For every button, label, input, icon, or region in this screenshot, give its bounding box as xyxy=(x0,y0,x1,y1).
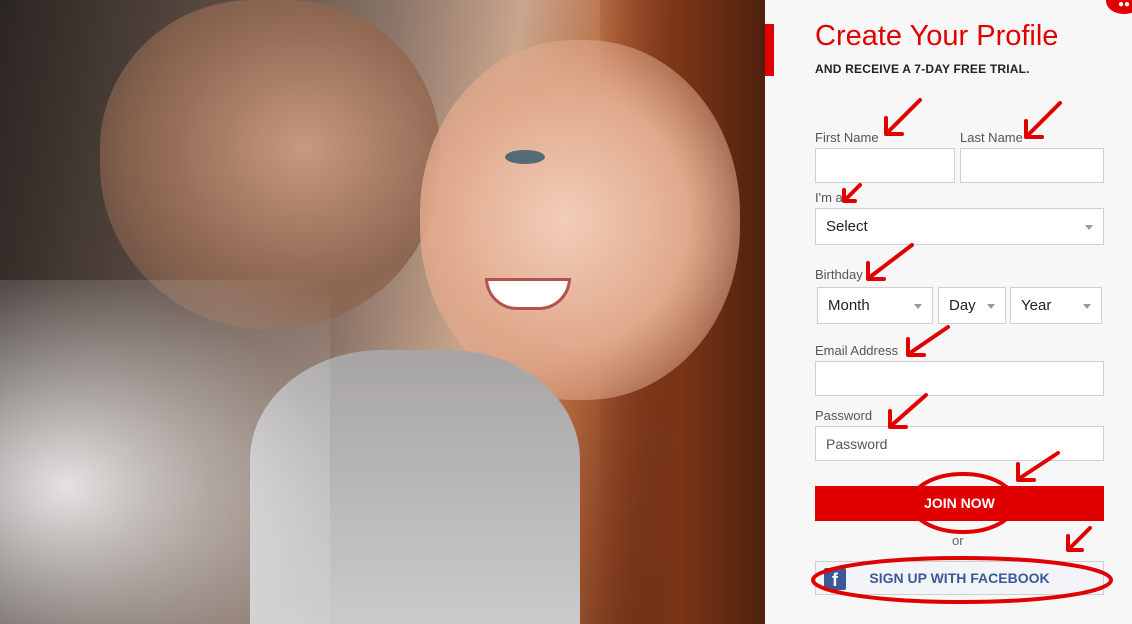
last-name-label: Last Name xyxy=(960,130,1023,145)
email-field[interactable] xyxy=(815,361,1104,396)
facebook-signup-label: SIGN UP WITH FACEBOOK xyxy=(869,570,1050,586)
hero-photo xyxy=(0,0,765,624)
gender-label: I'm a xyxy=(815,190,843,205)
year-select[interactable]: Year xyxy=(1010,287,1102,324)
woman-face xyxy=(420,40,740,400)
facebook-icon: f xyxy=(824,568,846,590)
gender-select-value: Select xyxy=(826,218,868,235)
chevron-down-icon xyxy=(987,304,995,309)
first-name-field[interactable] xyxy=(815,148,955,183)
photo-glow xyxy=(0,280,330,624)
email-label: Email Address xyxy=(815,343,899,358)
page-title: Create Your Profile xyxy=(815,20,1059,52)
join-now-button[interactable]: JOIN NOW xyxy=(815,486,1104,521)
month-select-value: Month xyxy=(828,297,870,314)
first-name-label: First Name xyxy=(815,130,879,145)
gender-select[interactable]: Select xyxy=(815,208,1104,245)
subtitle: AND RECEIVE A 7-DAY FREE TRIAL. xyxy=(815,62,1030,76)
day-select-value: Day xyxy=(949,297,976,314)
last-name-field[interactable] xyxy=(960,148,1104,183)
woman-eye xyxy=(505,150,545,164)
password-field[interactable] xyxy=(815,426,1104,461)
chevron-down-icon xyxy=(1083,304,1091,309)
month-select[interactable]: Month xyxy=(817,287,933,324)
birthday-label: Birthday xyxy=(815,267,863,282)
password-label: Password xyxy=(815,408,873,423)
facebook-signup-button[interactable]: f SIGN UP WITH FACEBOOK xyxy=(815,561,1104,595)
chevron-down-icon xyxy=(914,304,922,309)
accent-bar xyxy=(765,24,774,76)
chevron-down-icon xyxy=(1085,225,1093,230)
day-select[interactable]: Day xyxy=(938,287,1006,324)
year-select-value: Year xyxy=(1021,297,1052,314)
or-separator: or xyxy=(952,533,964,548)
